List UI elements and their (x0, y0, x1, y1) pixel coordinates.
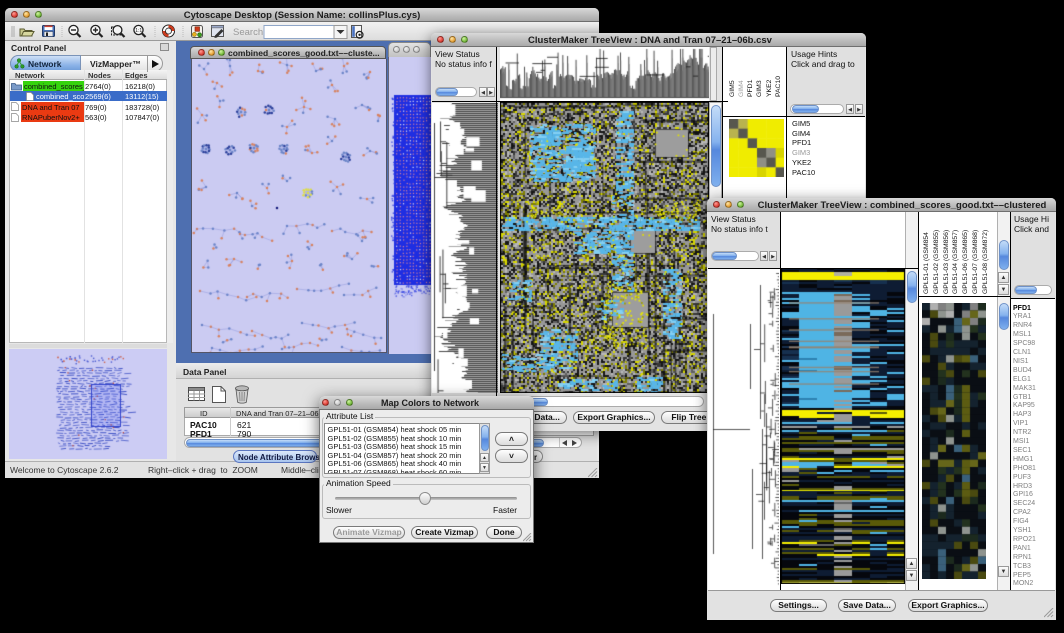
svg-text:Search:: Search: (233, 27, 266, 38)
svg-text:1:1: 1:1 (135, 28, 142, 34)
